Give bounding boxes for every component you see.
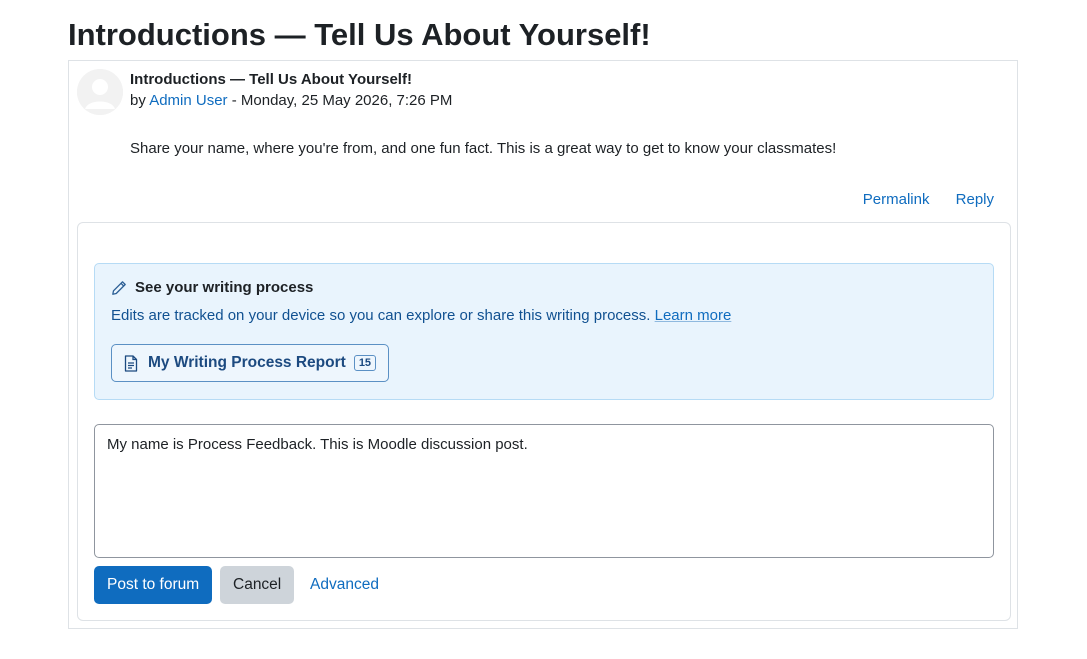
- reply-message-textarea[interactable]: My name is Process Feedback. This is Moo…: [94, 424, 994, 558]
- page-title: Introductions — Tell Us About Yourself!: [68, 17, 651, 52]
- reply-link[interactable]: Reply: [956, 191, 994, 208]
- writing-process-report-button[interactable]: My Writing Process Report 15: [111, 344, 390, 382]
- writing-process-title: See your writing process: [111, 278, 313, 298]
- default-user-icon: [77, 69, 123, 115]
- author-link[interactable]: Admin User: [149, 92, 227, 109]
- post-subject: Introductions — Tell Us About Yourself!: [130, 71, 412, 88]
- date-separator: -: [227, 92, 241, 109]
- document-icon: [124, 354, 138, 372]
- forum-post: Introductions — Tell Us About Yourself! …: [68, 60, 1018, 629]
- inline-reply-form: See your writing process Edits are track…: [77, 222, 1011, 621]
- post-actions: Permalink Reply: [841, 190, 994, 210]
- writing-process-description: Edits are tracked on your device so you …: [111, 306, 731, 326]
- writing-process-title-text: See your writing process: [135, 279, 314, 296]
- advanced-link[interactable]: Advanced: [310, 575, 379, 595]
- post-body: Share your name, where you're from, and …: [130, 140, 837, 157]
- learn-more-link[interactable]: Learn more: [655, 307, 732, 324]
- report-count-badge: 15: [353, 355, 377, 371]
- permalink-link[interactable]: Permalink: [863, 191, 930, 208]
- writing-process-panel: See your writing process Edits are track…: [94, 263, 994, 400]
- post-byline: by Admin User - Monday, 25 May 2026, 7:2…: [130, 91, 452, 111]
- report-button-label: My Writing Process Report: [148, 354, 346, 371]
- writing-process-description-text: Edits are tracked on your device so you …: [111, 307, 655, 324]
- avatar[interactable]: [77, 69, 123, 115]
- pencil-icon: [112, 281, 126, 295]
- cancel-button[interactable]: Cancel: [220, 566, 295, 604]
- by-prefix: by: [130, 92, 150, 109]
- post-date: Monday, 25 May 2026, 7:26 PM: [240, 92, 453, 109]
- post-to-forum-button[interactable]: Post to forum: [94, 566, 213, 604]
